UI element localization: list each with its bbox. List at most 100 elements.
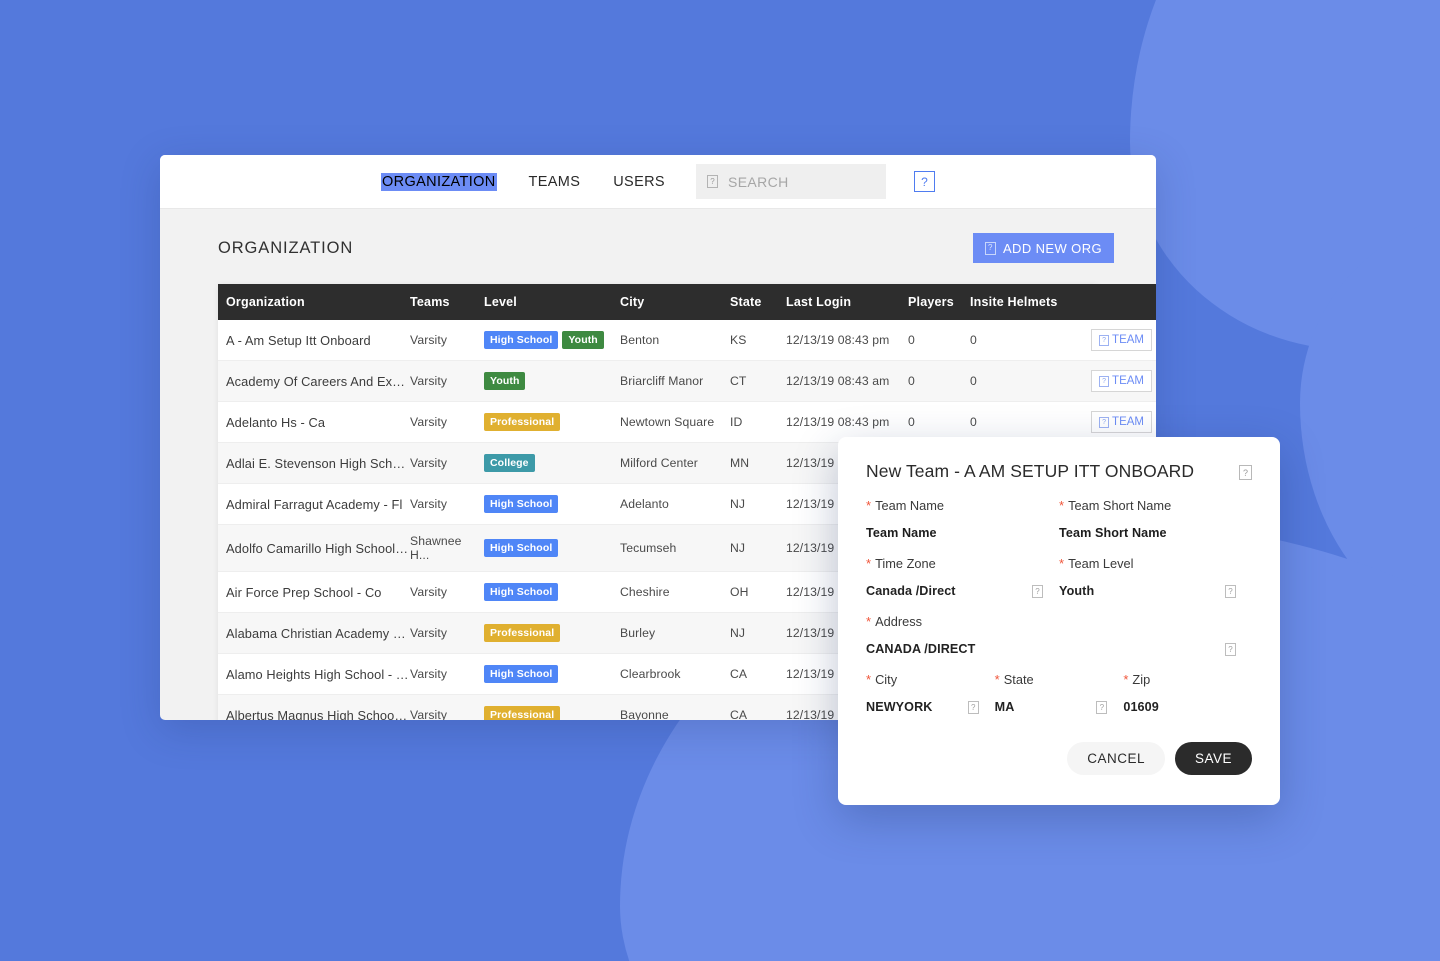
required-asterisk: * (866, 556, 872, 571)
cell-teams: Varsity (410, 667, 448, 681)
field-value-team-level: Youth (1059, 584, 1095, 598)
field-state: * State MA ? (995, 672, 1124, 714)
field-label-zip: * Zip (1123, 672, 1252, 687)
field-input-team-name[interactable]: Team Name (866, 526, 1059, 540)
cell-teams: Varsity (410, 585, 448, 599)
form-row-address: * Address CANADA /DIRECT ? (866, 614, 1252, 656)
field-label-city: * City (866, 672, 995, 687)
column-header-insite-helmets[interactable]: Insite Helmets (970, 284, 1080, 320)
label-text: State (1003, 672, 1034, 687)
cell-teams: Varsity (410, 497, 448, 511)
main-nav: ORGANIZATION TEAMS USERS (381, 172, 666, 191)
level-badge: College (484, 454, 535, 472)
cell-insite-helmets: 0 (970, 374, 977, 388)
modal-title: New Team - A AM SETUP ITT ONBOARD (866, 461, 1195, 481)
column-header-state[interactable]: State (730, 284, 786, 320)
level-badge: High School (484, 539, 559, 557)
cell-actions: ?TEAM (1080, 361, 1156, 402)
add-new-org-button[interactable]: ? ADD NEW ORG (972, 233, 1114, 263)
page-title: ORGANIZATION (218, 238, 354, 257)
save-button[interactable]: SAVE (1174, 742, 1252, 775)
table-row[interactable]: A - Am Setup Itt Onboard Varsity High Scho… (218, 320, 1156, 361)
field-select-address[interactable]: CANADA /DIRECT ? (866, 642, 1252, 656)
nav-item-teams[interactable]: TEAMS (528, 173, 582, 191)
cell-state: NJ (730, 497, 746, 511)
team-button[interactable]: ?TEAM (1091, 411, 1152, 433)
column-header-actions (1080, 284, 1156, 320)
team-button[interactable]: ?TEAM (1091, 329, 1152, 351)
cell-teams: Varsity (410, 374, 448, 388)
add-new-org-label: ADD NEW ORG (1002, 240, 1102, 256)
nav-item-users[interactable]: USERS (612, 173, 666, 191)
close-icon[interactable]: ? (1239, 465, 1252, 480)
search-input[interactable]: ? SEARCH (695, 164, 886, 199)
cell-state: ID (730, 415, 743, 429)
people-icon: ? (1099, 334, 1110, 346)
field-value-state: MA (994, 700, 1015, 714)
team-button[interactable]: ?TEAM (1091, 370, 1152, 392)
field-label-team-level: * Team Level (1059, 556, 1252, 571)
cell-teams: Varsity (410, 708, 448, 720)
cell-city: Bayonne (620, 708, 669, 720)
help-button[interactable]: ? (913, 171, 935, 192)
chevron-down-icon[interactable]: ? (1225, 642, 1236, 656)
cell-players: 0 (908, 333, 915, 347)
cell-organization: Adolfo Camarillo High School - Ca (226, 540, 410, 556)
table-header: Organization Teams Level City State Last… (218, 284, 1156, 320)
cell-city: Clearbrook (620, 667, 681, 681)
field-input-zip[interactable]: 01609 (1123, 700, 1252, 714)
cell-teams: Varsity (410, 456, 448, 470)
field-label-team-short-name: * Team Short Name (1059, 498, 1252, 513)
cell-organization: Academy Of Careers And Expl... (226, 373, 410, 389)
field-select-state[interactable]: MA ? (995, 700, 1124, 714)
cell-organization: Air Force Prep School - Co (226, 584, 382, 600)
field-time-zone: * Time Zone Canada /Direct ? (866, 556, 1059, 598)
required-asterisk: * (1123, 672, 1129, 687)
field-select-team-level[interactable]: Youth ? (1059, 584, 1252, 598)
form-row-names: * Team Name Team Name * Team Short Name … (866, 498, 1252, 540)
cell-organization: Albertus Magnus High School - Ny (226, 707, 410, 721)
column-header-organization[interactable]: Organization (218, 284, 410, 320)
cell-city: Benton (620, 333, 660, 347)
cell-organization: Adelanto Hs - Ca (226, 414, 326, 430)
cell-city: Burley (620, 626, 656, 640)
column-header-teams[interactable]: Teams (410, 284, 484, 320)
cell-city: Adelanto (620, 497, 669, 511)
column-header-players[interactable]: Players (908, 284, 970, 320)
field-select-time-zone[interactable]: Canada /Direct ? (866, 584, 1059, 598)
cell-organization: Adlai E. Stevenson High School - Il (226, 455, 410, 471)
cell-teams: Varsity (410, 626, 448, 640)
field-value-zip: 01609 (1123, 700, 1159, 714)
cell-level: Youth (484, 361, 620, 402)
required-asterisk: * (866, 498, 872, 513)
cell-organization: Alamo Heights High School - Tx (226, 666, 410, 682)
chevron-down-icon[interactable]: ? (1032, 584, 1043, 598)
field-value-address: CANADA /DIRECT (866, 642, 976, 656)
nav-item-organization[interactable]: ORGANIZATION (381, 172, 497, 191)
cell-last-login: 12/13/19 08:43 pm (786, 333, 890, 347)
top-navigation-bar: ORGANIZATION TEAMS USERS ? SEARCH ? (160, 155, 1156, 209)
level-badge: Professional (484, 706, 561, 720)
field-input-team-short-name[interactable]: Team Short Name (1059, 526, 1252, 540)
required-asterisk: * (1059, 498, 1065, 513)
table-row[interactable]: Academy Of Careers And Expl... Varsity You… (218, 360, 1156, 402)
modal-actions: CANCEL SAVE (866, 742, 1252, 775)
field-team-name: * Team Name Team Name (866, 498, 1059, 540)
field-label-address: * Address (866, 614, 1252, 629)
chevron-down-icon[interactable]: ? (1096, 700, 1108, 714)
field-value-team-name: Team Name (866, 526, 937, 540)
cell-teams: Varsity (410, 415, 448, 429)
cell-level: High School (484, 654, 620, 695)
field-select-city[interactable]: NEWYORK ? (866, 700, 995, 714)
column-header-level[interactable]: Level (484, 284, 620, 320)
cell-state: KS (730, 333, 747, 347)
chevron-down-icon[interactable]: ? (1225, 584, 1236, 598)
column-header-city[interactable]: City (620, 284, 730, 320)
field-value-city: NEWYORK (866, 700, 933, 714)
cancel-button[interactable]: CANCEL (1067, 742, 1165, 775)
cell-teams: Shawnee H... (410, 534, 462, 562)
chevron-down-icon[interactable]: ? (967, 700, 979, 714)
cell-city: Newtown Square (620, 415, 715, 429)
required-asterisk: * (1059, 556, 1065, 571)
column-header-last-login[interactable]: Last Login (786, 284, 908, 320)
